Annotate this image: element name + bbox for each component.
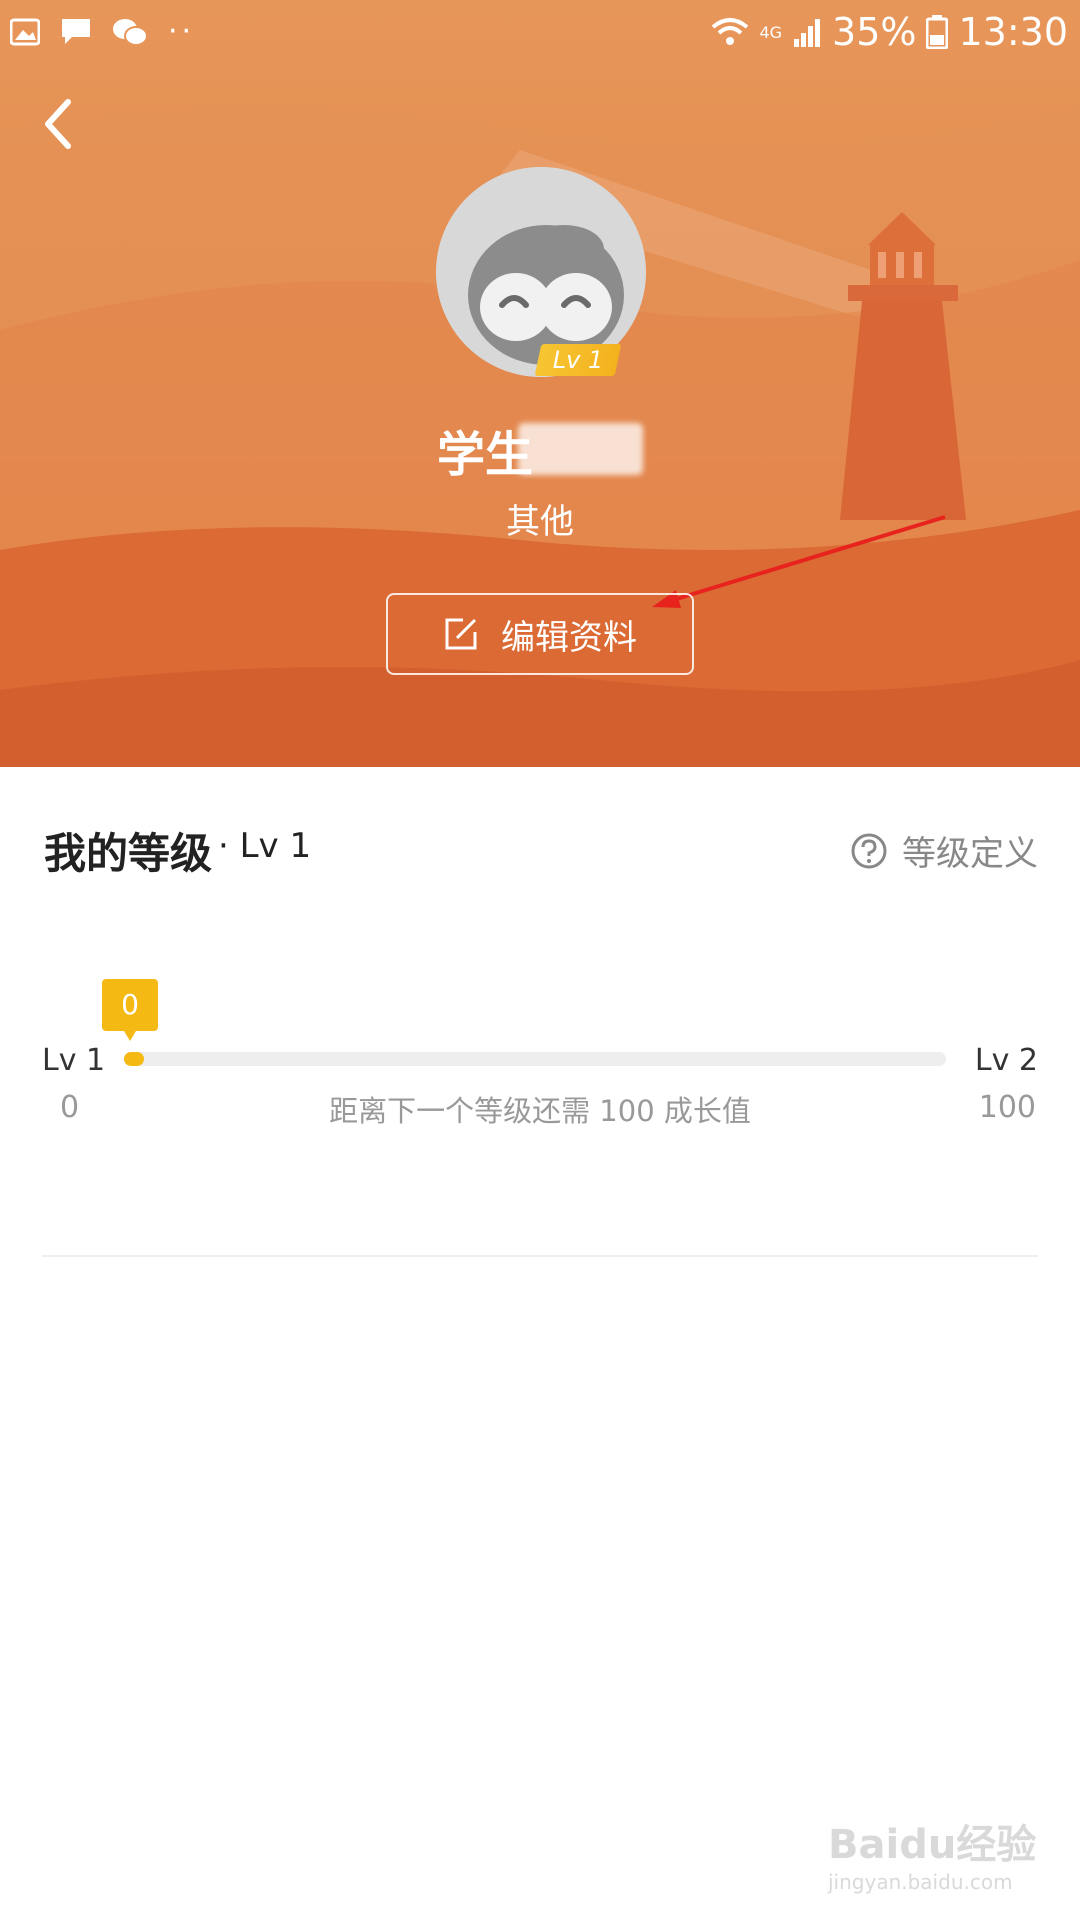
watermark: Baidu经验 jingyan.baidu.com bbox=[828, 1812, 1036, 1894]
wifi-icon bbox=[712, 18, 749, 45]
battery-icon bbox=[926, 15, 949, 49]
user-role: 其他 bbox=[506, 502, 574, 542]
level-section-title: 我的等级 bbox=[44, 829, 213, 878]
help-icon bbox=[851, 833, 887, 868]
battery-percent: 35% bbox=[832, 10, 917, 54]
profile-header: ·· 4G 35% 13:30 Lv 1 学生 其他 编辑资料 bbox=[0, 0, 1080, 767]
message-icon bbox=[62, 18, 90, 44]
network-type: 4G bbox=[759, 22, 783, 42]
username-redaction bbox=[518, 423, 643, 475]
wechat-icon bbox=[113, 18, 148, 46]
watermark-url: jingyan.baidu.com bbox=[828, 1870, 1013, 1894]
edit-profile-label: 编辑资料 bbox=[501, 617, 637, 658]
back-arrow-icon[interactable] bbox=[38, 96, 82, 152]
status-bar: ·· 4G 35% 13:30 bbox=[0, 0, 1080, 64]
signal-icon bbox=[794, 19, 821, 47]
edit-profile-button[interactable]: 编辑资料 bbox=[386, 593, 694, 675]
progress-hint: 距离下一个等级还需 100 成长值 bbox=[329, 1094, 751, 1128]
level-definition-label: 等级定义 bbox=[902, 834, 1038, 874]
max-points: 100 bbox=[978, 1090, 1036, 1125]
progress-fill bbox=[124, 1052, 144, 1066]
watermark-brand: Baidu经验 bbox=[828, 1822, 1037, 1868]
clock: 13:30 bbox=[958, 10, 1068, 54]
start-level-label: Lv 1 bbox=[42, 1043, 106, 1078]
gallery-icon bbox=[10, 18, 40, 45]
level-definition-link[interactable]: 等级定义 bbox=[850, 826, 1038, 875]
current-level: · Lv 1 bbox=[218, 826, 312, 866]
edit-icon bbox=[445, 618, 477, 650]
section-divider bbox=[42, 1255, 1038, 1257]
progress-track bbox=[124, 1052, 946, 1066]
level-badge: Lv 1 bbox=[534, 344, 622, 376]
points-tooltip: 0 bbox=[102, 979, 158, 1041]
more-dots-icon: ·· bbox=[168, 14, 196, 49]
end-level-label: Lv 2 bbox=[974, 1043, 1038, 1078]
